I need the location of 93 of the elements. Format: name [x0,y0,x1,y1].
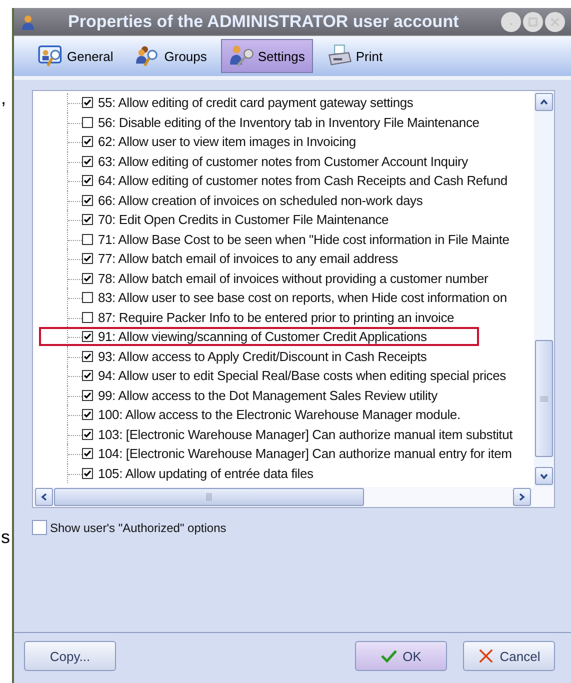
checkbox[interactable] [82,468,93,479]
check-icon [83,430,92,439]
checkbox[interactable] [32,520,47,535]
chevron-left-icon [39,492,49,502]
close-button[interactable] [545,12,565,32]
check-icon [83,196,92,205]
checkbox[interactable] [82,97,93,108]
chevron-up-icon [539,97,549,107]
checkbox[interactable] [82,370,93,382]
option-label[interactable]: 87: Require Packer Info to be entered prior to printing an invoice [98,310,454,325]
option-label[interactable]: 55: Allow editing of credit card payment gateway settings [98,95,414,110]
checkbox-label[interactable]: Show user's "Authorized" options [50,520,226,534]
horizontal-scrollbar[interactable] [33,487,554,507]
tab[interactable]: Groups [127,39,215,73]
checkbox[interactable] [82,214,93,226]
checkbox[interactable] [82,272,93,284]
checkbox[interactable] [82,156,93,167]
checkbox[interactable] [82,390,93,401]
cancel-button[interactable]: Cancel [463,641,555,671]
option-label[interactable]: 94: Allow user to edit Special Real/Base costs when editing special prices [98,368,506,384]
vertical-scrollbar[interactable] [534,91,554,487]
chevron-down-icon [539,471,549,481]
checkbox[interactable] [82,175,93,186]
option-label[interactable]: 64: Allow editing of customer notes from Cash Receipts and Cash Refund [98,173,508,188]
checkbox[interactable] [82,253,93,264]
checkbox[interactable] [82,116,93,128]
checkbox[interactable] [82,409,93,420]
option-label[interactable]: 93: Allow access to Apply Credit/Discount in Cash Receipts [98,348,427,364]
scroll-left-button[interactable] [35,488,53,506]
checkbox[interactable] [82,136,93,148]
option-label[interactable]: 66: Allow creation of invoices on scheduled non-work days [98,192,423,208]
ok-button[interactable]: OK [355,641,447,671]
checkbox[interactable] [82,331,93,342]
check-icon [83,254,92,264]
option-label[interactable]: 105: Allow updating of entrée data files [98,466,314,481]
minimize-button[interactable] [501,12,521,32]
close-icon [549,16,561,28]
check-icon [380,649,397,663]
check-icon [83,371,92,380]
checkbox[interactable] [82,312,93,323]
check-icon [83,468,92,478]
option-label[interactable]: 70: Edit Open Credits in Customer File Maintenance [98,212,389,228]
check-icon [83,449,92,458]
checkbox[interactable] [82,448,93,460]
tab[interactable]: General [30,39,122,73]
maximize-button[interactable] [523,12,543,32]
checkbox[interactable] [82,350,93,362]
background-text: s [1,527,10,548]
cross-icon [478,649,494,663]
scroll-right-button[interactable] [513,488,531,506]
tab[interactable]: Settings [220,39,313,73]
scroll-up-button[interactable] [535,93,553,111]
option-label[interactable]: 103: [Electronic Warehouse Manager] Can authorize manual item substitut [98,426,513,442]
check-icon [83,352,92,361]
option-label[interactable]: 77: Allow batch email of invoices to any email address [98,251,398,266]
option-label[interactable]: 100: Allow access to the Electronic Warehouse Manager module. [98,407,460,422]
copy-button[interactable]: Copy... [24,641,116,671]
option-label[interactable]: 56: Disable editing of the Inventory tab in Inventory File Maintenance [98,114,480,130]
option-label[interactable]: 63: Allow editing of customer notes from Customer Account Inquiry [98,154,468,169]
option-label[interactable]: 78: Allow batch email of invoices without providing a customer number [98,270,488,286]
background-text: , [1,88,6,109]
checkbox[interactable] [82,292,93,304]
check-icon [83,332,92,342]
printer-icon [326,44,353,68]
checkbox[interactable] [82,428,93,440]
option-label[interactable]: 62: Allow user to view item images in Invoicing [98,134,356,150]
checkbox[interactable] [82,234,93,245]
scroll-thumb[interactable] [54,488,364,506]
id-card-icon [38,44,64,68]
scroll-down-button[interactable] [535,467,553,485]
grip-icon [206,493,212,501]
check-icon [83,274,92,283]
option-label[interactable]: 99: Allow access to the Dot Management Sales Review utility [98,388,438,403]
check-icon [83,390,92,400]
user-key-icon [228,44,255,68]
maximize-icon [527,16,539,28]
scroll-thumb[interactable] [535,340,553,457]
checkbox[interactable] [82,194,93,206]
chevron-right-icon [517,492,527,502]
option-label[interactable]: 71: Allow Base Cost to be seen when "Hide cost information in File Mainte [98,232,510,247]
check-icon [83,156,92,166]
user-icon [20,14,36,30]
window-title: Properties of the ADMINISTRATOR user account [68,12,460,32]
grip-icon [540,396,548,402]
option-label[interactable]: 104: [Electronic Warehouse Manager] Can authorize manual entry for item [98,446,512,462]
check-icon [83,176,92,186]
check-icon [83,98,92,108]
option-label[interactable]: 83: Allow user to see base cost on reports, when Hide cost information on [98,290,507,306]
check-icon [83,137,92,146]
check-icon [83,215,92,224]
check-icon [83,410,92,420]
option-label[interactable]: 91: Allow viewing/scanning of Customer Credit Applications [98,329,427,344]
tab[interactable]: Print [318,39,391,73]
